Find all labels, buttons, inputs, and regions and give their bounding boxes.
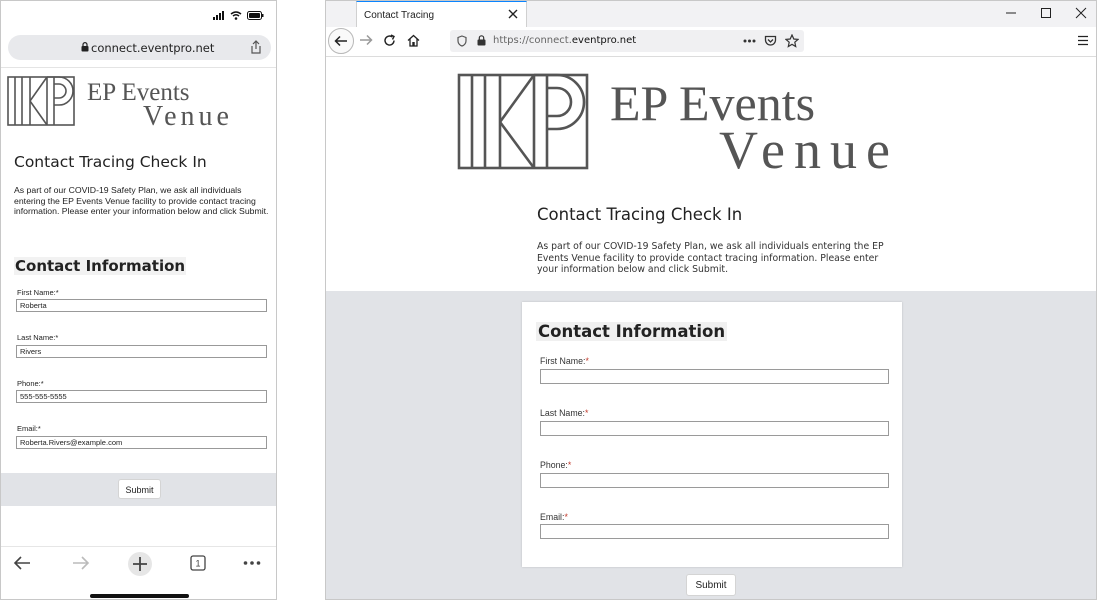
plus-icon[interactable]: [127, 551, 153, 577]
status-bar: [1, 1, 276, 33]
address-bar[interactable]: connect.eventpro.net: [8, 35, 271, 60]
contact-form-card: Contact Information First Name:* Last Na…: [522, 302, 902, 567]
home-indicator: [90, 594, 189, 598]
page-content: EP Events Venue Contact Tracing Check In…: [326, 58, 1096, 599]
maximize-icon[interactable]: [1040, 7, 1052, 19]
shield-icon[interactable]: [457, 35, 467, 47]
submit-button[interactable]: Submit: [686, 574, 736, 596]
last-name-label: Last Name:*: [540, 408, 589, 418]
email-label: Email:*: [17, 424, 41, 433]
first-name-label: First Name:*: [540, 356, 589, 366]
desktop-browser: Contact Tracing https://connect.eventpro…: [325, 0, 1097, 600]
phone-input[interactable]: 555-555-5555: [16, 390, 267, 403]
first-name-input[interactable]: Roberta: [16, 299, 267, 312]
tabs-icon[interactable]: 1: [190, 555, 206, 571]
first-name-input[interactable]: [540, 369, 889, 384]
more-icon[interactable]: [243, 560, 261, 566]
last-name-label: Last Name:*: [17, 333, 59, 342]
more-icon[interactable]: [743, 39, 756, 43]
nav-toolbar: https://connect.eventpro.net: [326, 27, 1096, 57]
url-text: connect.eventpro.net: [91, 41, 215, 55]
battery-icon: [247, 11, 264, 20]
last-name-input[interactable]: Rivers: [16, 345, 267, 358]
menu-icon[interactable]: [1077, 35, 1089, 46]
back-arrow-icon[interactable]: [13, 555, 31, 571]
intro-text: As part of our COVID-19 Safety Plan, we …: [14, 185, 269, 217]
venue-logo: EP Events Venue: [457, 72, 961, 180]
tab-contact-tracing[interactable]: Contact Tracing: [356, 1, 527, 27]
reload-icon[interactable]: [383, 34, 396, 47]
signal-icon: [213, 11, 224, 20]
email-input[interactable]: Roberta.Rivers@example.com: [16, 436, 267, 449]
address-bar[interactable]: https://connect.eventpro.net: [450, 30, 804, 52]
wifi-icon: [230, 11, 242, 20]
page-title: Contact Tracing Check In: [14, 153, 207, 171]
lock-icon[interactable]: [477, 35, 486, 46]
close-icon[interactable]: [508, 9, 518, 19]
mobile-browser: connect.eventpro.net EP Events Venue Con…: [0, 0, 277, 600]
back-button[interactable]: [328, 28, 354, 54]
phone-label: Phone:*: [17, 379, 44, 388]
section-title: Contact Information: [14, 257, 187, 275]
home-icon[interactable]: [407, 34, 420, 47]
phone-label: Phone:*: [540, 460, 572, 470]
close-window-icon[interactable]: [1075, 7, 1087, 19]
back-arrow-icon: [334, 35, 347, 47]
email-input[interactable]: [540, 524, 889, 539]
pocket-icon[interactable]: [764, 35, 777, 47]
bottom-toolbar: 1: [1, 546, 276, 599]
forward-arrow-icon[interactable]: [72, 555, 90, 571]
last-name-input[interactable]: [540, 421, 889, 436]
url-text: https://connect.eventpro.net: [493, 35, 637, 46]
phone-input[interactable]: [540, 473, 889, 488]
lock-icon: [81, 42, 89, 52]
star-icon[interactable]: [785, 34, 799, 48]
logo-line2: Venue: [143, 101, 233, 129]
divider: [1, 67, 276, 68]
share-icon[interactable]: [250, 40, 262, 54]
submit-button[interactable]: Submit: [118, 479, 161, 499]
first-name-label: First Name:*: [17, 288, 59, 297]
email-label: Email:*: [540, 512, 568, 522]
minimize-icon[interactable]: [1005, 7, 1017, 19]
intro-text: As part of our COVID-19 Safety Plan, we …: [537, 241, 884, 275]
venue-logo: EP Events Venue: [7, 75, 269, 134]
logo-line2: Venue: [719, 120, 899, 172]
svg-text:1: 1: [195, 559, 200, 569]
section-title: Contact Information: [536, 322, 728, 341]
tab-bar: Contact Tracing: [326, 1, 1096, 27]
forward-arrow-icon[interactable]: [359, 34, 373, 46]
page-title: Contact Tracing Check In: [537, 205, 743, 224]
